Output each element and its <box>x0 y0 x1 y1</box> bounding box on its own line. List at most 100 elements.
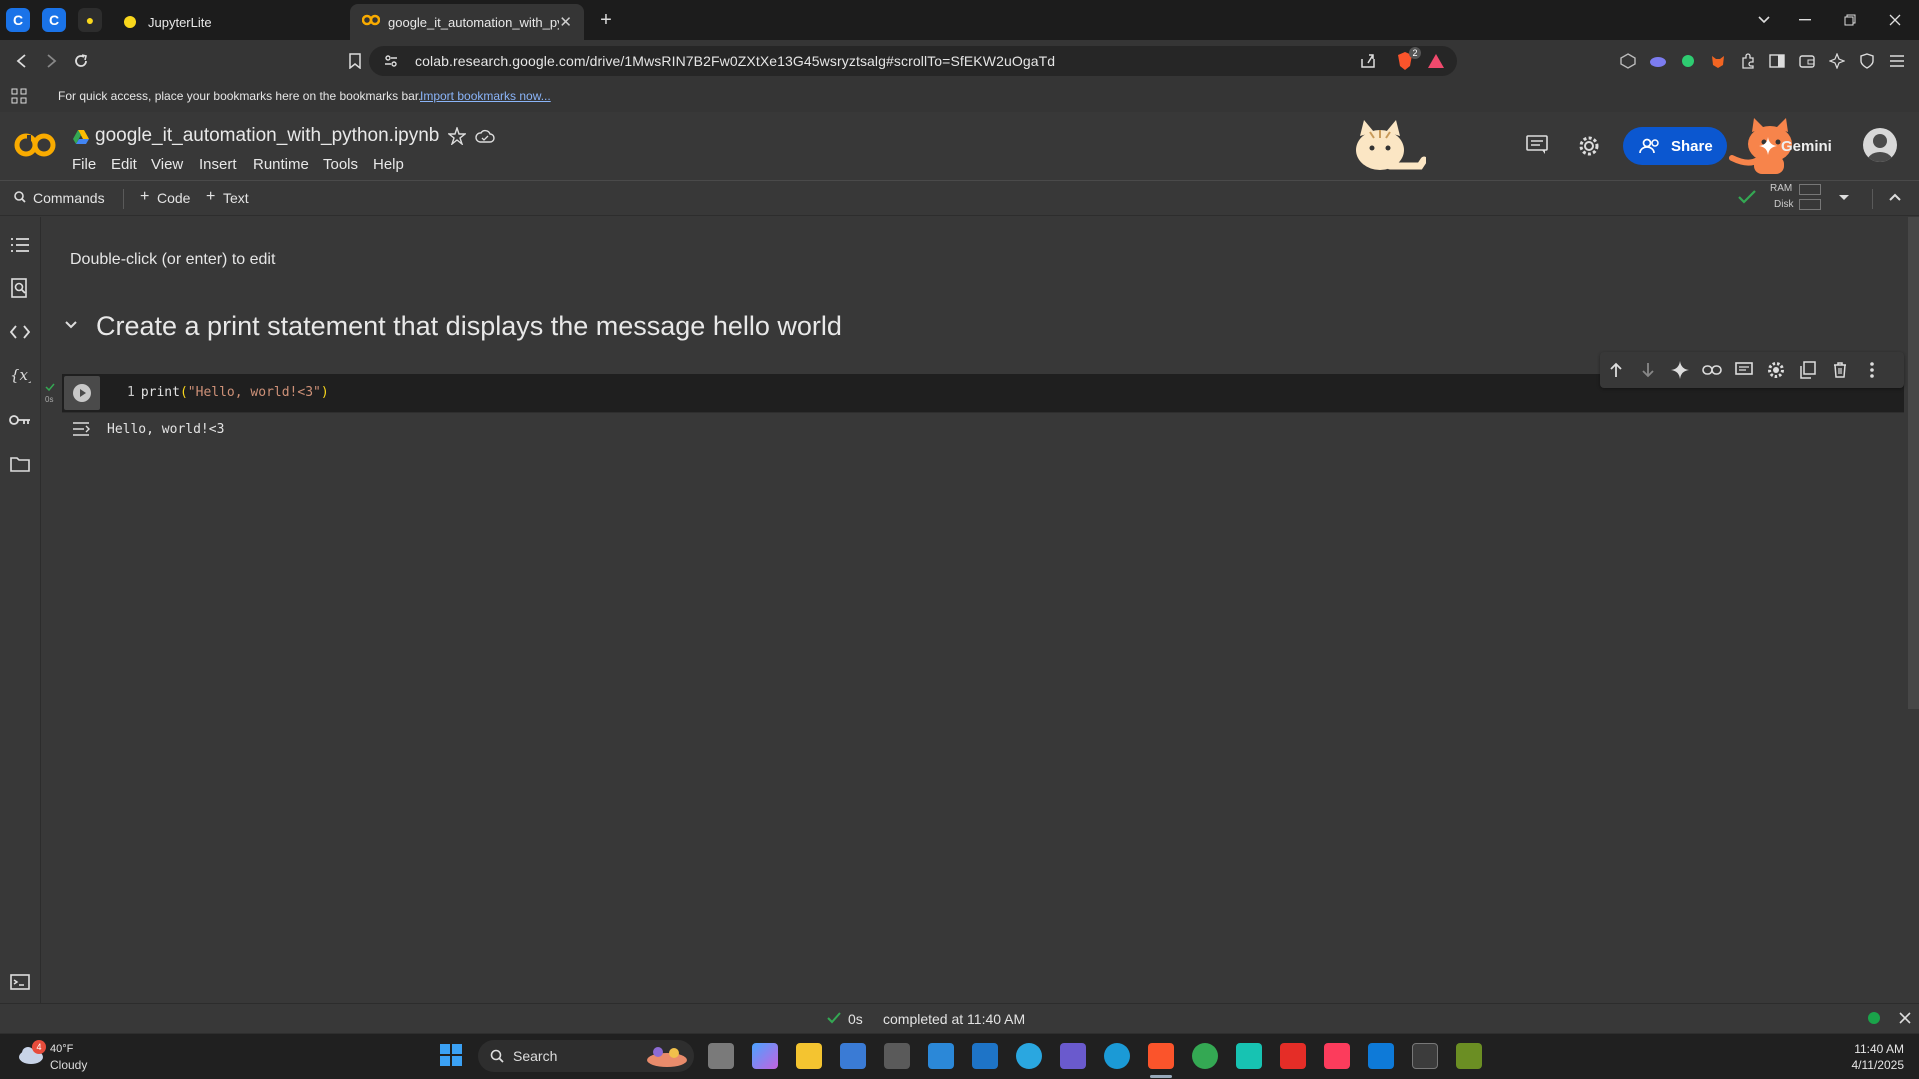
sidebar-toggle-icon[interactable] <box>1766 50 1788 72</box>
tab-colab-notebook[interactable]: google_it_automation_with_pyt ✕ <box>350 4 584 40</box>
output-clear-icon[interactable] <box>72 421 92 437</box>
notebook-scrollbar[interactable] <box>1908 217 1919 709</box>
reload-icon[interactable] <box>68 48 94 74</box>
code-snippets-icon[interactable] <box>8 320 32 344</box>
chrome-icon[interactable] <box>1192 1043 1218 1069</box>
runtime-dropdown-icon[interactable] <box>1838 194 1850 202</box>
extensions-puzzle-icon[interactable] <box>1737 50 1759 72</box>
notepad-icon[interactable] <box>840 1043 866 1069</box>
vpn-shield-icon[interactable] <box>1856 50 1878 72</box>
clock-time[interactable]: 11:40 AM <box>1844 1042 1904 1056</box>
secrets-key-icon[interactable] <box>8 408 32 432</box>
pinned-tab-c-icon[interactable]: C <box>6 8 30 32</box>
variables-icon[interactable]: {x} <box>8 363 32 387</box>
brave-rewards-icon[interactable] <box>1427 52 1445 70</box>
code-line[interactable]: 1 print("Hello, world!<3") <box>127 385 329 400</box>
star-icon[interactable] <box>448 127 466 145</box>
ram-meter[interactable] <box>1799 184 1821 195</box>
find-replace-icon[interactable] <box>8 276 32 300</box>
add-code-button[interactable]: Code <box>157 190 190 206</box>
move-cell-up-icon[interactable] <box>1603 357 1629 383</box>
gemini-cell-sparkle-icon[interactable] <box>1667 357 1693 383</box>
cloud-saved-icon[interactable] <box>475 128 495 144</box>
forward-arrow-icon[interactable] <box>38 48 64 74</box>
status-message[interactable]: completed at 11:40 AM <box>883 1011 1025 1027</box>
extension-green-icon[interactable] <box>1677 50 1699 72</box>
browser-menu-icon[interactable] <box>1886 50 1908 72</box>
site-info-icon[interactable] <box>383 53 399 69</box>
internet-explorer-icon[interactable] <box>1016 1043 1042 1069</box>
minecraft-icon[interactable] <box>1456 1043 1482 1069</box>
edge-browser-icon[interactable] <box>1104 1043 1130 1069</box>
table-of-contents-icon[interactable] <box>8 233 32 257</box>
brave-browser-icon[interactable] <box>1148 1043 1174 1069</box>
pinned-tab-c-icon[interactable]: C <box>42 8 66 32</box>
address-bar[interactable]: colab.research.google.com/drive/1MwsRIN7… <box>369 46 1457 76</box>
comments-icon[interactable] <box>1526 135 1548 155</box>
settings-gear-icon[interactable] <box>1578 135 1600 157</box>
menu-insert[interactable]: Insert <box>199 156 237 173</box>
menu-edit[interactable]: Edit <box>111 156 137 173</box>
vscode-icon[interactable] <box>1368 1043 1394 1069</box>
python-app-icon[interactable] <box>972 1043 998 1069</box>
collapse-section-chevron-icon[interactable] <box>64 320 78 330</box>
import-bookmarks-link[interactable]: Import bookmarks now... <box>420 89 551 103</box>
notebook-title[interactable]: google_it_automation_with_python.ipynb <box>95 125 439 147</box>
bookmark-icon[interactable] <box>342 48 368 74</box>
extension-cloud-icon[interactable] <box>1647 50 1669 72</box>
add-text-button[interactable]: Text <box>223 190 249 206</box>
move-cell-down-icon[interactable] <box>1635 357 1661 383</box>
music-app-icon[interactable] <box>1324 1043 1350 1069</box>
menu-tools[interactable]: Tools <box>323 156 358 173</box>
cube-app-icon[interactable] <box>1236 1043 1262 1069</box>
add-comment-icon[interactable] <box>1731 357 1757 383</box>
extension-fox-icon[interactable] <box>1707 50 1729 72</box>
share-page-icon[interactable] <box>1359 52 1377 70</box>
terminal-icon[interactable] <box>8 970 32 994</box>
weather-condition[interactable]: Cloudy <box>50 1058 87 1072</box>
close-window-button[interactable] <box>1881 8 1909 32</box>
close-status-icon[interactable] <box>1899 1012 1911 1024</box>
disk-meter[interactable] <box>1799 199 1821 210</box>
calculator-icon[interactable] <box>884 1043 910 1069</box>
tab-search-chevron-icon[interactable] <box>1750 8 1778 32</box>
mirror-cell-icon[interactable] <box>1795 357 1821 383</box>
commands-button[interactable]: Commands <box>33 190 105 206</box>
run-cell-button[interactable] <box>64 376 100 410</box>
back-arrow-icon[interactable] <box>9 48 35 74</box>
share-button[interactable]: Share <box>1623 127 1727 165</box>
weather-temperature[interactable]: 40°F <box>50 1043 73 1055</box>
vpn-app-icon[interactable] <box>1060 1043 1086 1069</box>
windows-start-icon[interactable] <box>439 1043 463 1067</box>
text-cell-placeholder[interactable]: Double-click (or enter) to edit <box>70 251 275 269</box>
clock-date[interactable]: 4/11/2025 <box>1834 1058 1905 1072</box>
link-cell-icon[interactable] <box>1699 357 1725 383</box>
task-view-icon[interactable] <box>708 1043 734 1069</box>
user-avatar[interactable] <box>1863 128 1897 162</box>
drive-icon[interactable] <box>72 129 90 145</box>
copilot-icon[interactable] <box>752 1043 778 1069</box>
gemini-button[interactable]: Gemini <box>1751 127 1861 165</box>
menu-file[interactable]: File <box>72 156 96 173</box>
youtube-icon[interactable] <box>1280 1043 1306 1069</box>
section-heading[interactable]: Create a print statement that displays t… <box>96 311 842 342</box>
pinned-tab-lightbulb-icon[interactable]: ● <box>78 8 102 32</box>
menu-runtime[interactable]: Runtime <box>253 156 309 173</box>
menu-view[interactable]: View <box>151 156 183 173</box>
microsoft-store-icon[interactable] <box>928 1043 954 1069</box>
minimize-button[interactable] <box>1791 8 1819 32</box>
file-explorer-icon[interactable] <box>796 1043 822 1069</box>
new-tab-button[interactable]: + <box>592 8 620 32</box>
apps-grid-icon[interactable] <box>11 88 27 104</box>
colab-logo[interactable] <box>14 131 56 159</box>
more-options-icon[interactable] <box>1859 357 1885 383</box>
tab-jupyterlite[interactable]: JupyterLite <box>110 4 342 40</box>
delete-cell-icon[interactable] <box>1827 357 1853 383</box>
restore-button[interactable] <box>1836 8 1864 32</box>
terminal-app-icon[interactable] <box>1412 1043 1438 1069</box>
cell-settings-gear-icon[interactable] <box>1763 357 1789 383</box>
files-folder-icon[interactable] <box>8 452 32 476</box>
collapse-chevron-up-icon[interactable] <box>1888 192 1902 202</box>
menu-help[interactable]: Help <box>373 156 404 173</box>
close-tab-icon[interactable]: ✕ <box>559 13 572 31</box>
